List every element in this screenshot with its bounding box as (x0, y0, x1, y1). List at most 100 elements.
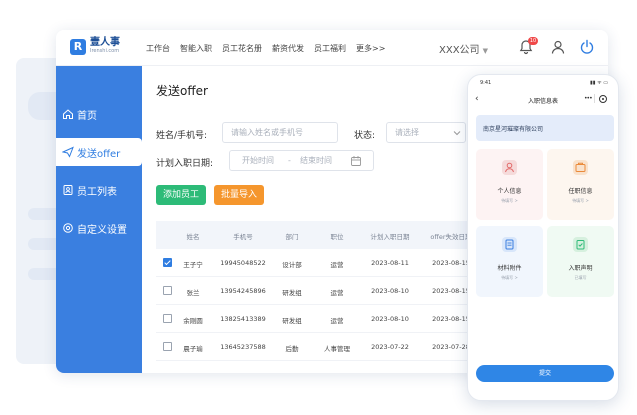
status-icons: ▮▮ ᯤ ▭ (590, 80, 608, 86)
row-checkbox[interactable] (163, 286, 172, 295)
cell-position: 运营 (330, 289, 344, 297)
logo-domain: Irenshi.com (90, 48, 120, 54)
card-label: 个人信息 (497, 188, 522, 195)
col-phone: 手机号 (233, 233, 253, 241)
cell-start-date: 2023-07-22 (371, 343, 409, 351)
nav-item-roster[interactable]: 员工花名册 (222, 43, 262, 54)
batch-import-button[interactable]: 批量导入 (214, 185, 264, 205)
col-start-date: 计划入职日期 (370, 233, 410, 241)
logo-mark: R (70, 38, 86, 55)
cell-phone: 13645237588 (220, 343, 266, 351)
clipboard-icon (573, 237, 588, 252)
status-placeholder: 请选择 (395, 128, 419, 137)
bell-icon[interactable]: 10 (518, 37, 538, 57)
card-label: 任职信息 (568, 188, 593, 195)
col-position: 职位 (330, 233, 344, 241)
sidebar-item-employee-list[interactable]: 员工列表 (56, 176, 142, 204)
nav-item-workbench[interactable]: 工作台 (146, 43, 170, 54)
power-icon[interactable] (579, 39, 597, 57)
nav-item-more[interactable]: 更多>> (356, 43, 385, 54)
sidebar-item-label: 自定义设置 (77, 224, 127, 236)
close-target-icon[interactable] (599, 95, 607, 103)
phone-title: 入职信息表 (527, 98, 558, 105)
card-personal-info[interactable]: 个人信息 待填写 > (476, 149, 543, 220)
capsule-divider (594, 94, 595, 103)
cell-dept: 设计部 (282, 261, 302, 269)
nav-item-smart-onboarding[interactable]: 智能入职 (180, 43, 212, 54)
home-icon (63, 109, 73, 119)
document-icon (502, 237, 517, 252)
card-attachments[interactable]: 材料附件 待填写 > (476, 226, 543, 297)
cell-dept: 研发组 (282, 289, 302, 297)
cell-start-date: 2023-08-10 (371, 287, 409, 295)
cell-expire-date: 2023-07-28 (432, 343, 470, 351)
cell-position: 运营 (330, 317, 344, 325)
notification-badge: 10 (528, 37, 538, 45)
status-select[interactable]: 请选择 (386, 122, 466, 143)
col-expire-date: offer失效日期 (430, 233, 472, 241)
submit-button[interactable]: 提交 (476, 365, 614, 382)
card-status: 已填写 (574, 275, 587, 280)
card-status: 待填写 > (572, 198, 589, 203)
cell-name: 王子宁 (183, 261, 203, 269)
nav-item-payroll[interactable]: 薪资代发 (272, 43, 304, 54)
chevron-down-icon (453, 131, 461, 136)
sidebar-item-custom-settings[interactable]: 自定义设置 (56, 214, 142, 242)
add-employee-button[interactable]: 添加员工 (156, 185, 206, 205)
person-icon (502, 160, 517, 175)
phone-mockup: 9:41 ▮▮ ᯤ ▭ ‹ 入职信息表 ••• 南京星河璀璨有限公司 个人信息 … (467, 74, 619, 401)
row-checkbox[interactable] (163, 258, 172, 267)
card-declaration[interactable]: 入职声明 已填写 (547, 226, 614, 297)
more-menu-icon[interactable]: ••• (584, 95, 593, 102)
cell-dept: 研发组 (282, 317, 302, 325)
cell-dept: 后勤 (285, 345, 299, 353)
cell-phone: 19945048522 (220, 259, 266, 267)
date-start: 开始时间 (242, 156, 274, 165)
card-status: 待填写 > (501, 275, 518, 280)
settings-icon (63, 223, 73, 233)
cell-expire-date: 2023-08-15 (432, 287, 470, 295)
top-bar: R 壹人事 Irenshi.com 工作台 智能入职 员工花名册 薪资代发 员工… (56, 30, 608, 66)
name-phone-label: 姓名/手机号: (156, 131, 208, 141)
row-checkbox[interactable] (163, 314, 172, 323)
company-selector[interactable]: XXX公司 ▼ (439, 41, 488, 56)
row-checkbox[interactable] (163, 342, 172, 351)
cell-position: 人事管理 (324, 345, 350, 353)
cell-name: 张兰 (186, 289, 200, 297)
company-name: 南京星河璀璨有限公司 (483, 126, 544, 133)
job-icon (573, 160, 588, 175)
date-end: 结束时间 (300, 156, 332, 165)
user-icon[interactable] (550, 39, 568, 57)
sidebar-item-send-offer[interactable]: 发送offer (56, 138, 142, 166)
card-status: 待填写 > (501, 198, 518, 203)
sidebar-item-home[interactable]: 首页 (56, 100, 142, 128)
card-label: 材料附件 (497, 265, 522, 272)
col-name: 姓名 (186, 233, 200, 241)
cell-expire-date: 2023-08-15 (432, 315, 470, 323)
card-label: 入职声明 (568, 265, 593, 272)
send-icon (62, 146, 74, 158)
logo[interactable]: R 壹人事 Irenshi.com (70, 38, 120, 55)
id-card-icon (63, 185, 73, 195)
sidebar: 首页 发送offer 员工列表 自定义设置 (56, 66, 142, 373)
status-label: 状态: (354, 131, 376, 141)
calendar-icon (351, 156, 361, 166)
logo-name: 壹人事 (90, 37, 120, 48)
sidebar-item-label: 发送offer (77, 148, 121, 160)
sidebar-item-label: 员工列表 (77, 186, 117, 198)
col-dept: 部门 (285, 233, 299, 241)
top-nav: 工作台 智能入职 员工花名册 薪资代发 员工福利 更多>> (146, 30, 395, 66)
cell-name: 晨子瑜 (183, 345, 203, 353)
chevron-down-icon: ▼ (482, 47, 488, 55)
cell-start-date: 2023-08-10 (371, 315, 409, 323)
date-separator: - (288, 156, 291, 165)
company-banner: 南京星河璀璨有限公司 (476, 115, 614, 141)
card-job-info[interactable]: 任职信息 待填写 > (547, 149, 614, 220)
nav-item-benefits[interactable]: 员工福利 (314, 43, 346, 54)
cell-phone: 13825413389 (220, 315, 266, 323)
planned-date-label: 计划入职日期: (156, 159, 214, 169)
cell-name: 余刚圆 (183, 317, 203, 325)
status-time: 9:41 (480, 80, 492, 86)
date-range-input[interactable]: 开始时间 - 结束时间 (229, 150, 374, 171)
name-phone-input[interactable]: 请输入姓名或手机号 (222, 122, 338, 143)
